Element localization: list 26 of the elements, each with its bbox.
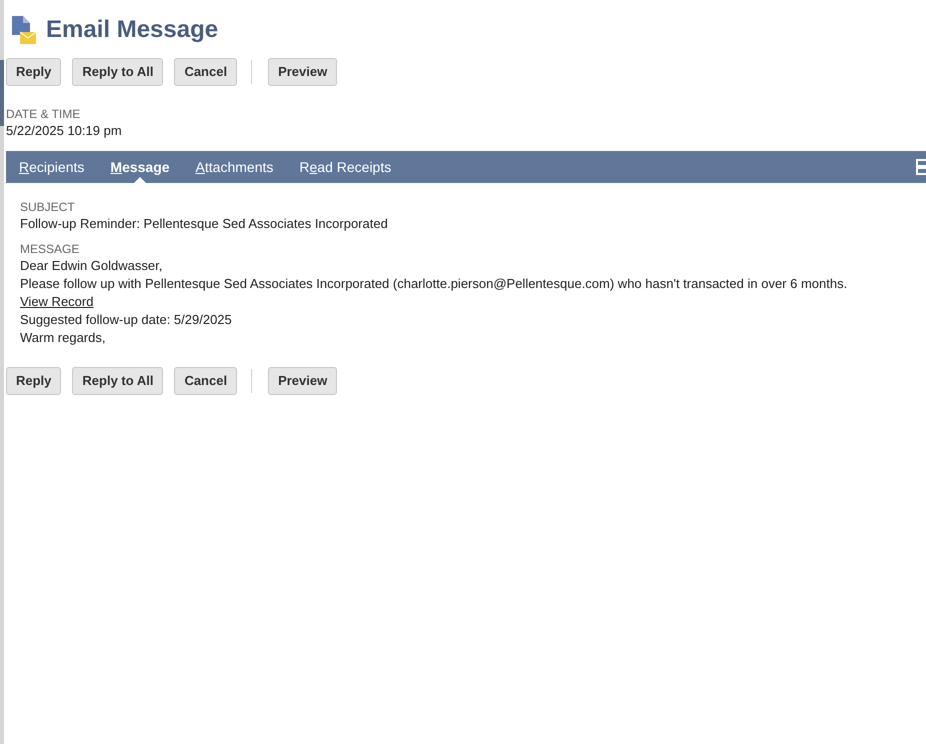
toolbar-button[interactable]: Cancel — [174, 58, 238, 86]
document-envelope-icon — [10, 15, 38, 45]
toolbar-button[interactable]: Preview — [268, 367, 338, 395]
toolbar-button[interactable]: Reply to All — [72, 58, 164, 86]
tab[interactable]: Read Receipts — [299, 151, 392, 183]
field-label: SUBJECT — [20, 199, 76, 215]
toolbar-button[interactable]: Cancel — [174, 367, 238, 395]
side-strip — [0, 60, 4, 126]
field-label: DATE & TIME — [6, 106, 82, 122]
tab[interactable]: Attachments — [196, 151, 274, 183]
field-value: 5/22/2025 10:19 pm — [6, 122, 123, 140]
toolbar-button[interactable]: Reply — [6, 367, 62, 395]
toolbar-button[interactable]: Reply — [6, 58, 62, 86]
page-title: Email Message — [46, 15, 218, 45]
view-record-link[interactable]: View Record — [20, 293, 94, 311]
layout-icon[interactable] — [916, 159, 926, 175]
message-line: Suggested follow-up date: 5/29/2025 — [20, 311, 233, 329]
message-line: Dear Edwin Goldwasser, — [20, 257, 164, 275]
toolbar-button[interactable]: Preview — [268, 58, 338, 86]
field-label: MESSAGE — [20, 241, 80, 257]
tab[interactable]: Recipients — [19, 151, 84, 183]
field-value: Follow-up Reminder: Pellentesque Sed Associates Incorporated — [20, 215, 389, 233]
message-line: Warm regards, — [20, 329, 106, 347]
toolbar-button[interactable]: Reply to All — [72, 367, 164, 395]
tab[interactable]: Message — [110, 151, 170, 183]
message-line: Please follow up with Pellentesque Sed Associates Incorporated (charlotte.pierson@Pellentesque.com) who hasn't transacted in over 6 months. — [20, 275, 848, 293]
